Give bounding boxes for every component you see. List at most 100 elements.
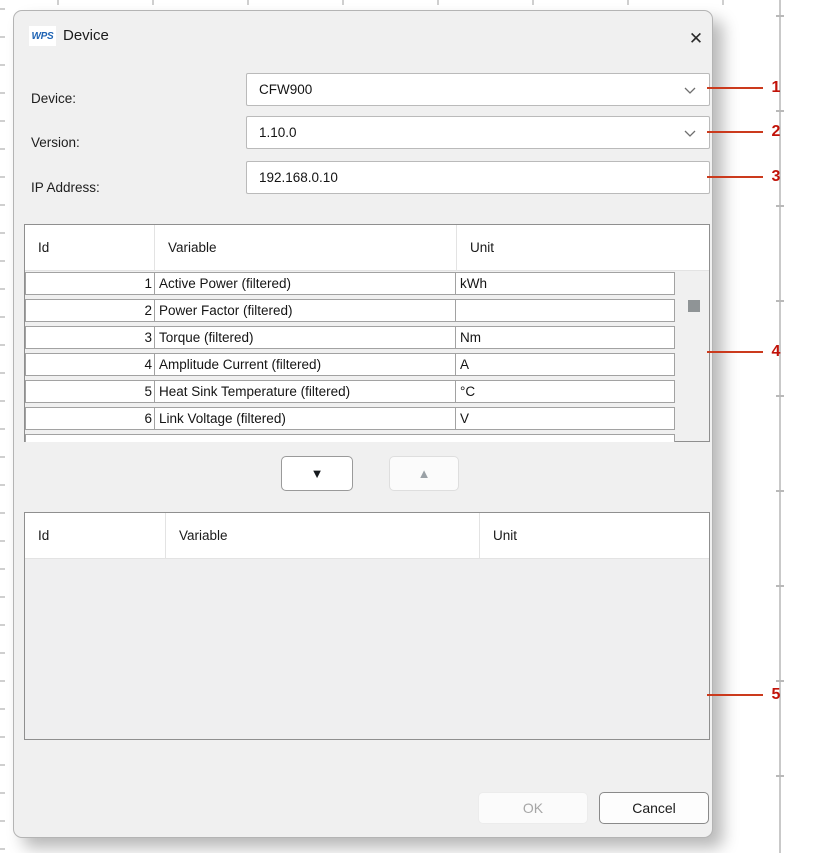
column-header-unit: Unit — [457, 225, 709, 270]
close-button[interactable]: ✕ — [680, 22, 712, 54]
ruler-tick — [0, 820, 5, 822]
ruler-tick — [57, 0, 59, 5]
selected-variables-table: Id Variable Unit — [24, 512, 710, 740]
ruler-tick — [342, 0, 344, 5]
cancel-button[interactable]: Cancel — [599, 792, 709, 824]
table-row[interactable]: 5 Heat Sink Temperature (filtered) °C — [25, 380, 675, 403]
ruler-tick — [152, 0, 154, 5]
cell-unit: V — [456, 408, 674, 429]
ruler-tick — [0, 176, 5, 178]
ruler-tick — [0, 680, 5, 682]
ruler-tick — [247, 0, 249, 5]
annotation-number-1: 1 — [762, 78, 790, 98]
cell-id: 4 — [26, 354, 155, 375]
cell-variable: Heat Sink Temperature (filtered) — [155, 381, 456, 402]
ruler-tick — [0, 64, 5, 66]
device-dropdown[interactable]: CFW900 — [246, 73, 710, 106]
available-table-body: 1 Active Power (filtered) kWh 2 Power Fa… — [25, 272, 675, 442]
screen-background: WPS Device ✕ Device: CFW900 Version: 1.1… — [0, 0, 816, 853]
annotation-number-3: 3 — [762, 167, 790, 187]
cell-variable: Amplitude Current (filtered) — [155, 354, 456, 375]
ruler-tick — [0, 848, 5, 850]
cell-id: 5 — [26, 381, 155, 402]
ruler-tick — [0, 624, 5, 626]
cell-unit — [456, 300, 674, 321]
annotation-line-3 — [707, 176, 763, 178]
annotation-line-1 — [707, 87, 763, 89]
ruler-tick — [0, 148, 5, 150]
device-dialog: WPS Device ✕ Device: CFW900 Version: 1.1… — [13, 10, 713, 838]
ruler-tick — [0, 260, 5, 262]
column-header-unit: Unit — [480, 513, 709, 558]
chevron-down-icon — [684, 130, 696, 138]
annotation-line-4 — [707, 351, 763, 353]
ruler-tick — [0, 8, 5, 10]
ruler-tick — [0, 204, 5, 206]
cell-unit: Nm — [456, 327, 674, 348]
table-row[interactable]: 6 Link Voltage (filtered) V — [25, 407, 675, 430]
wps-logo-icon: WPS — [29, 26, 56, 46]
arrow-down-icon: ▼ — [311, 466, 324, 481]
ruler-tick — [0, 764, 5, 766]
ruler-tick — [776, 110, 784, 112]
ruler-tick — [0, 596, 5, 598]
ruler-tick — [722, 0, 724, 5]
cell-variable: Torque (filtered) — [155, 327, 456, 348]
ruler-tick — [776, 490, 784, 492]
cell-variable: Power Factor (filtered) — [155, 300, 456, 321]
cell-id: 6 — [26, 408, 155, 429]
version-label: Version: — [31, 135, 80, 151]
ruler-tick — [0, 344, 5, 346]
ruler-tick — [0, 708, 5, 710]
table-row[interactable]: 2 Power Factor (filtered) — [25, 299, 675, 322]
available-variables-table: Id Variable Unit 1 Active Power (filtere… — [24, 224, 710, 442]
cell-id: 3 — [26, 327, 155, 348]
ruler-tick — [776, 205, 784, 207]
scrollbar-thumb[interactable] — [688, 300, 700, 312]
table-row[interactable]: 4 Amplitude Current (filtered) A — [25, 353, 675, 376]
ruler-tick — [0, 428, 5, 430]
dialog-title: Device — [63, 27, 109, 44]
ruler-tick — [776, 680, 784, 682]
cell-unit: °C — [456, 381, 674, 402]
ruler-tick — [776, 15, 784, 17]
ok-button[interactable]: OK — [478, 792, 588, 824]
version-dropdown-value: 1.10.0 — [259, 125, 297, 140]
annotation-number-5: 5 — [762, 685, 790, 705]
cell-unit: A — [456, 354, 674, 375]
available-table-header: Id Variable Unit — [25, 225, 709, 271]
ruler-tick — [437, 0, 439, 5]
ruler-tick — [0, 232, 5, 234]
ruler-tick — [0, 456, 5, 458]
ruler-tick — [0, 316, 5, 318]
ip-address-input[interactable] — [246, 161, 710, 194]
ruler-tick — [776, 395, 784, 397]
device-dropdown-value: CFW900 — [259, 82, 312, 97]
ruler-tick — [0, 792, 5, 794]
move-up-button[interactable]: ▲ — [389, 456, 459, 491]
ruler-tick — [0, 736, 5, 738]
ruler-tick — [0, 568, 5, 570]
table-row[interactable]: 1 Active Power (filtered) kWh — [25, 272, 675, 295]
ruler-tick — [0, 540, 5, 542]
cell-unit: kWh — [456, 273, 674, 294]
version-dropdown[interactable]: 1.10.0 — [246, 116, 710, 149]
ruler-tick — [0, 484, 5, 486]
annotation-line-5 — [707, 694, 763, 696]
column-header-variable: Variable — [155, 225, 457, 270]
ruler-tick — [0, 288, 5, 290]
column-header-id: Id — [25, 513, 166, 558]
move-down-button[interactable]: ▼ — [281, 456, 353, 491]
cell-variable: Link Voltage (filtered) — [155, 408, 456, 429]
table-row[interactable]: 3 Torque (filtered) Nm — [25, 326, 675, 349]
annotation-number-4: 4 — [762, 342, 790, 362]
ruler-tick — [0, 652, 5, 654]
ip-address-label: IP Address: — [31, 180, 100, 196]
cell-id: 2 — [26, 300, 155, 321]
device-label: Device: — [31, 91, 76, 107]
ruler-tick — [627, 0, 629, 5]
ruler-tick — [0, 400, 5, 402]
cell-id: 1 — [26, 273, 155, 294]
ruler-tick — [776, 775, 784, 777]
ruler-tick — [0, 36, 5, 38]
